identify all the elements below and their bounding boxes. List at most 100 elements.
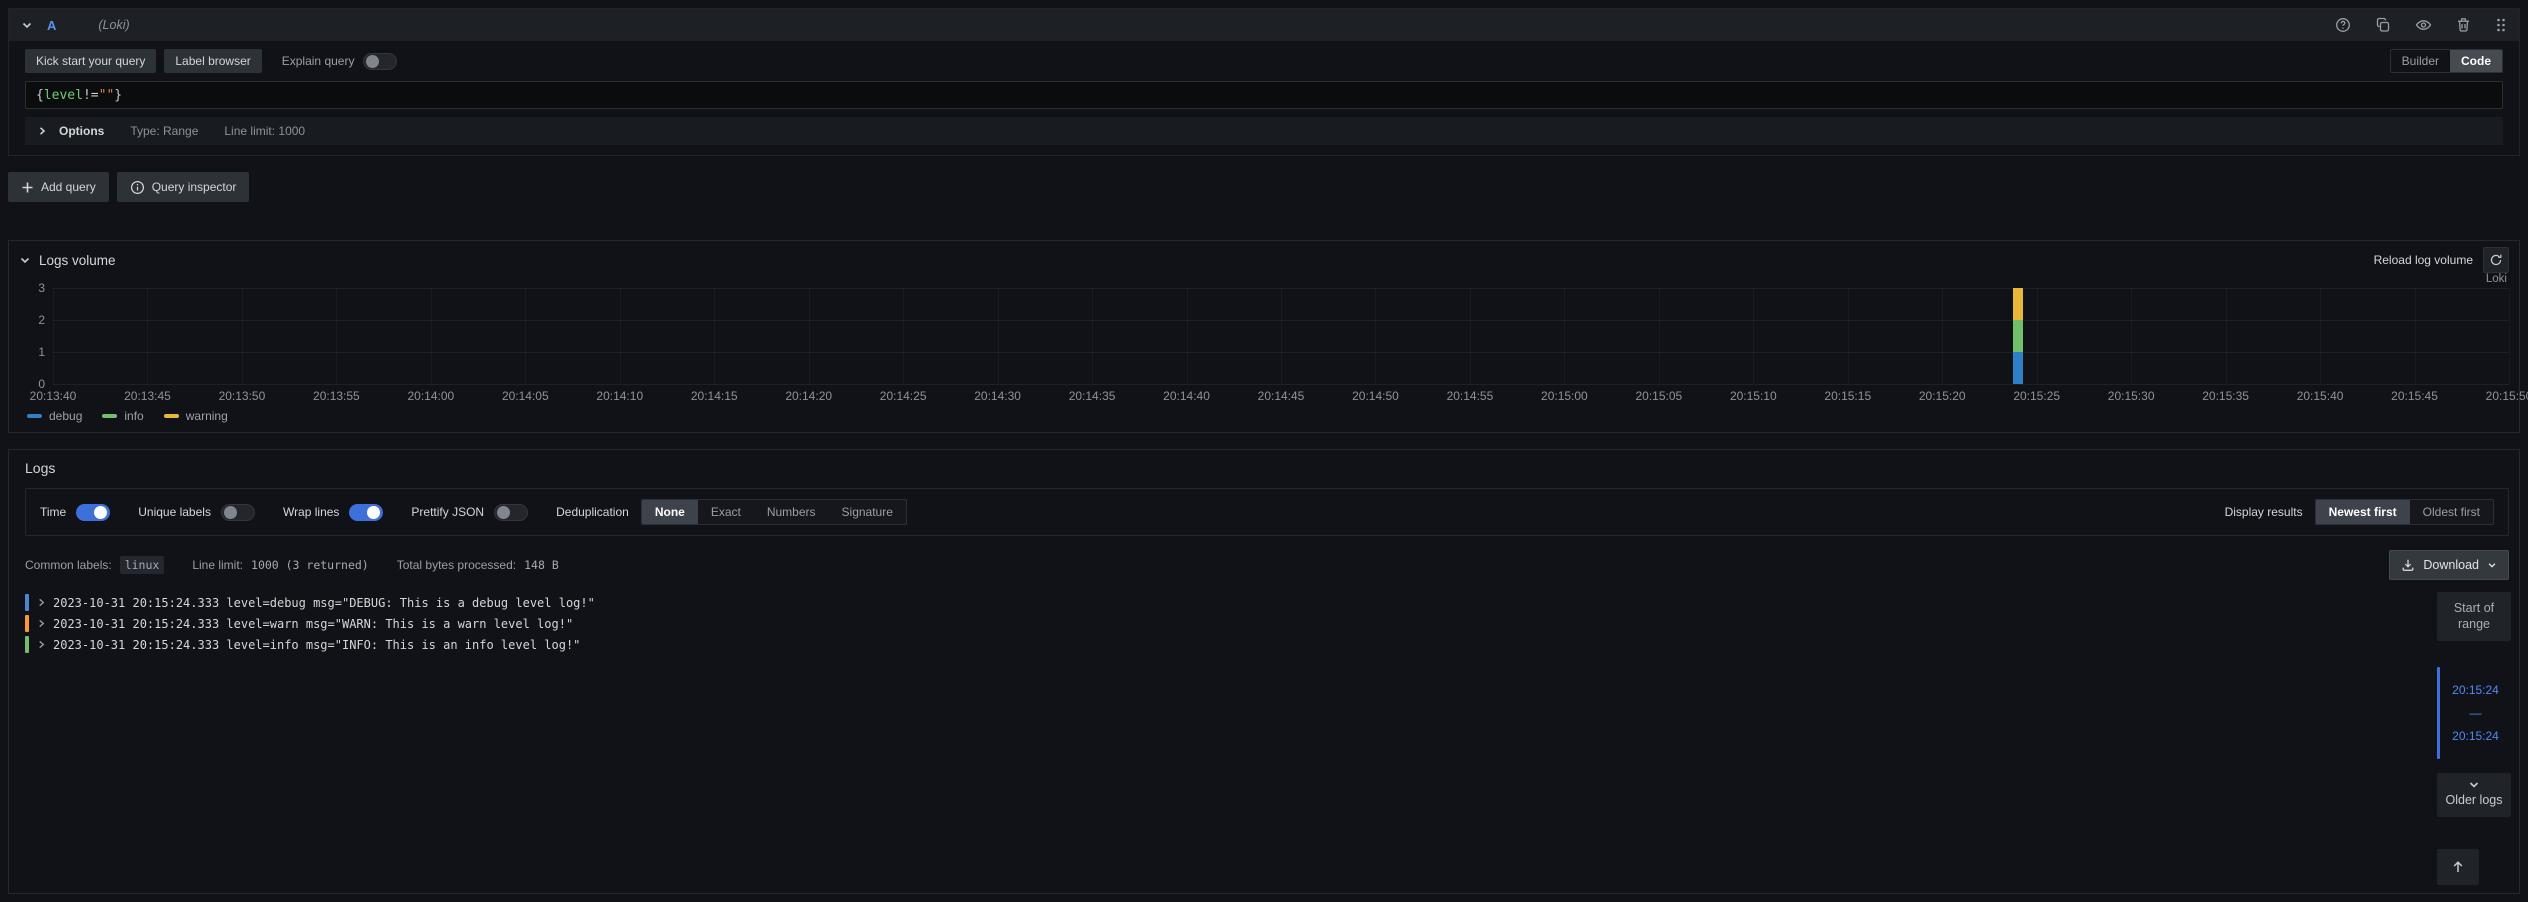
total-bytes-value: 148 B <box>524 558 559 572</box>
remove-query-button[interactable] <box>2456 17 2471 33</box>
toggle-label: Time <box>40 505 66 519</box>
log-row-warn[interactable]: 2023-10-31 20:15:24.333 level=warn msg="… <box>25 613 2427 634</box>
refresh-icon <box>2489 253 2503 267</box>
log-row-info[interactable]: 2023-10-31 20:15:24.333 level=info msg="… <box>25 634 2427 655</box>
display-results-control: Display results Newest firstOldest first <box>2225 499 2494 525</box>
download-button[interactable]: Download <box>2389 550 2509 580</box>
duplicate-query-button[interactable] <box>2375 17 2391 33</box>
dedup-option-numbers[interactable]: Numbers <box>754 500 829 524</box>
display-option-oldest-first[interactable]: Oldest first <box>2410 500 2493 524</box>
plus-icon <box>21 181 34 194</box>
legend-color-dash <box>164 414 179 418</box>
chart-x-axis: 20:13:4020:13:4520:13:5020:13:5520:14:00… <box>53 384 2509 404</box>
options-line-limit: Line limit: 1000 <box>224 124 305 138</box>
gridline-vertical <box>525 288 526 384</box>
x-axis-tick-label: 20:15:25 <box>2013 389 2060 403</box>
explain-query-control: Explain query <box>282 53 398 70</box>
logs-controls: TimeUnique labelsWrap linesPrettify JSON… <box>25 488 2509 536</box>
bar-segment-debug[interactable] <box>2013 352 2023 384</box>
legend-item-debug[interactable]: debug <box>27 409 82 423</box>
query-ref-id[interactable]: A <box>47 18 56 33</box>
info-circle-icon <box>130 180 145 195</box>
gridline-vertical <box>2131 288 2132 384</box>
x-axis-tick-label: 20:14:10 <box>596 389 643 403</box>
arrow-up-icon <box>2451 860 2465 874</box>
gridline-vertical <box>2415 288 2416 384</box>
x-axis-tick-label: 20:15:10 <box>1730 389 1777 403</box>
start-of-range-button[interactable]: Start of range <box>2437 592 2511 641</box>
legend-item-info[interactable]: info <box>102 409 143 423</box>
log-level-indicator <box>25 636 29 653</box>
toggle-time: Time <box>40 504 110 521</box>
x-axis-tick-label: 20:15:50 <box>2486 389 2528 403</box>
logs-panel: Logs TimeUnique labelsWrap linesPrettify… <box>8 449 2520 894</box>
explore-page: A (Loki) <box>0 0 2528 902</box>
toggle-switch[interactable] <box>221 504 255 521</box>
toggle-knob <box>224 506 237 519</box>
logs-volume-header: Logs volume Reload log volume <box>19 247 2509 273</box>
range-indicator[interactable]: 20:15:24 — 20:15:24 <box>2437 667 2511 759</box>
collapse-logs-volume-button[interactable] <box>19 254 31 266</box>
toggle-switch[interactable] <box>349 504 383 521</box>
gridline-vertical <box>1092 288 1093 384</box>
toggle-switch[interactable] <box>494 504 528 521</box>
bar-segment-info[interactable] <box>2013 320 2023 352</box>
y-axis-tick-label: 2 <box>19 313 45 327</box>
toggle-switch[interactable] <box>76 504 110 521</box>
x-axis-tick-label: 20:13:50 <box>219 389 266 403</box>
gridline-vertical <box>1187 288 1188 384</box>
chart-legend: debug info warning <box>27 407 2509 425</box>
kick-start-query-button[interactable]: Kick start your query <box>25 49 156 73</box>
toggle-knob <box>366 55 379 68</box>
line-limit-value: 1000 (3 returned) <box>251 558 369 572</box>
trash-icon <box>2456 17 2471 33</box>
query-code-editor[interactable]: {level!=""} <box>25 81 2503 109</box>
dedup-option-exact[interactable]: Exact <box>698 500 754 524</box>
query-options-collapsed[interactable]: Options Type: Range Line limit: 1000 <box>25 117 2503 145</box>
legend-label: debug <box>49 409 82 423</box>
gridline-vertical <box>2320 288 2321 384</box>
toggle-prettify-json: Prettify JSON <box>411 504 528 521</box>
x-axis-tick-label: 20:15:30 <box>2108 389 2155 403</box>
explain-query-label: Explain query <box>282 54 355 68</box>
download-label: Download <box>2423 558 2479 572</box>
gridline-vertical <box>2037 288 2038 384</box>
legend-color-dash <box>102 414 117 418</box>
range-from: 20:15:24 <box>2440 683 2511 697</box>
bar-segment-warning[interactable] <box>2013 288 2023 320</box>
legend-label: warning <box>186 409 228 423</box>
gridline-vertical <box>1375 288 1376 384</box>
add-query-button[interactable]: Add query <box>8 172 109 202</box>
label-browser-button[interactable]: Label browser <box>164 49 261 73</box>
x-axis-tick-label: 20:14:30 <box>974 389 1021 403</box>
dedup-option-signature[interactable]: Signature <box>829 500 906 524</box>
x-axis-tick-label: 20:15:05 <box>1635 389 1682 403</box>
dedup-option-none[interactable]: None <box>642 500 698 524</box>
reload-log-volume-label[interactable]: Reload log volume <box>2374 253 2473 267</box>
logs-volume-title: Logs volume <box>39 253 116 268</box>
reload-log-volume-button[interactable] <box>2483 247 2509 273</box>
older-logs-button[interactable]: Older logs <box>2437 773 2511 817</box>
legend-item-warning[interactable]: warning <box>164 409 228 423</box>
toggle-label: Prettify JSON <box>411 505 484 519</box>
x-axis-tick-label: 20:14:20 <box>785 389 832 403</box>
query-inspector-button[interactable]: Query inspector <box>117 172 250 202</box>
older-logs-label: Older logs <box>2446 793 2503 807</box>
editor-mode-code[interactable]: Code <box>2450 50 2502 72</box>
help-icon <box>2335 17 2351 33</box>
hide-response-button[interactable] <box>2415 17 2432 33</box>
display-option-newest-first[interactable]: Newest first <box>2316 500 2410 524</box>
gridline-vertical <box>998 288 999 384</box>
scroll-to-top-button[interactable] <box>2437 849 2479 885</box>
options-type: Type: Range <box>130 124 198 138</box>
range-to: 20:15:24 <box>2440 729 2511 743</box>
log-line-text: 2023-10-31 20:15:24.333 level=info msg="… <box>53 638 580 652</box>
editor-mode-builder[interactable]: Builder <box>2391 50 2450 72</box>
help-button[interactable] <box>2335 17 2351 33</box>
explain-query-toggle[interactable] <box>363 53 397 70</box>
collapse-query-row-button[interactable] <box>21 19 33 31</box>
toggle-wrap-lines: Wrap lines <box>283 504 383 521</box>
drag-query-handle[interactable] <box>2495 17 2507 33</box>
log-row-debug[interactable]: 2023-10-31 20:15:24.333 level=debug msg=… <box>25 592 2427 613</box>
chart-plot-area[interactable]: 0123 <box>53 288 2509 384</box>
